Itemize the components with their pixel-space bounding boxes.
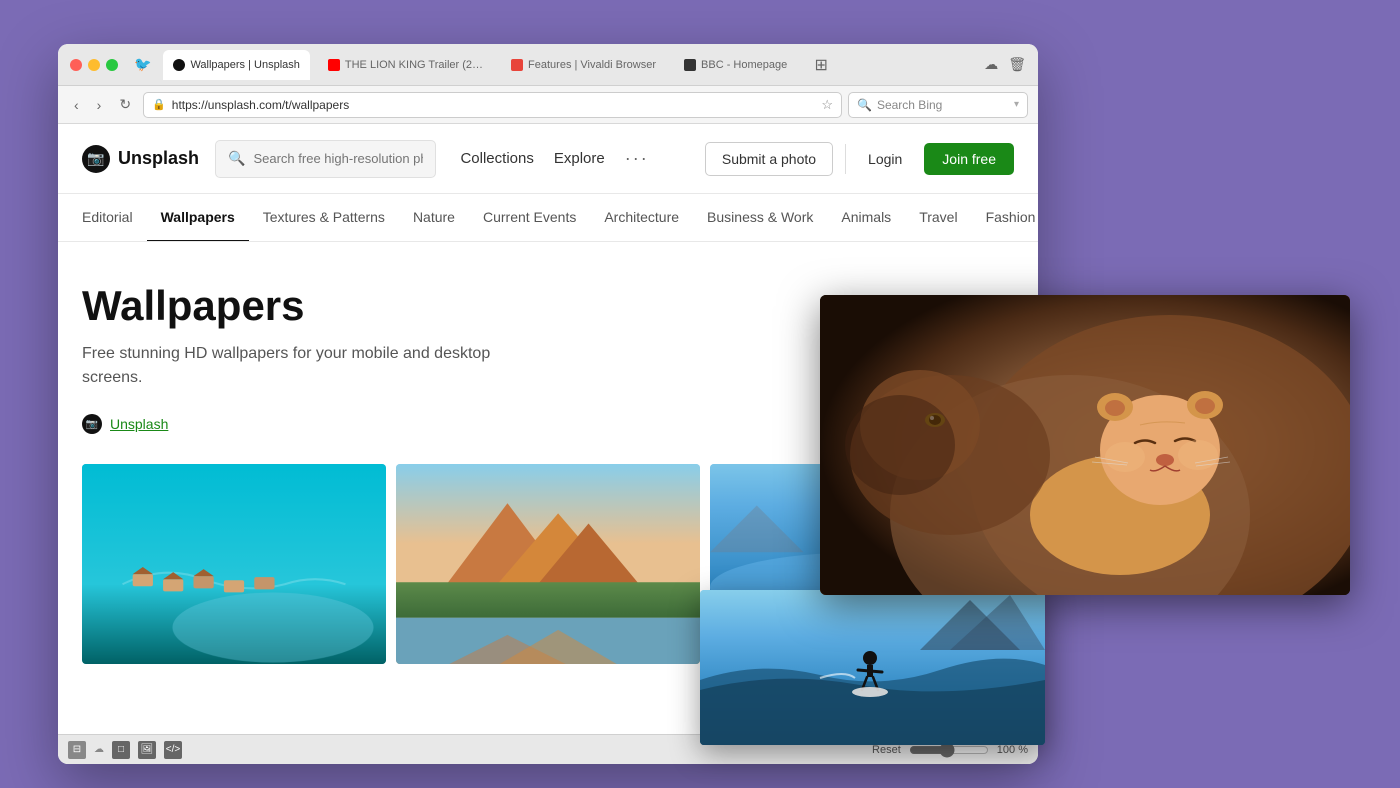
title-bar-icons: ☁ 🗑	[984, 56, 1026, 73]
author-link[interactable]: Unsplash	[110, 416, 168, 432]
search-input[interactable]	[253, 151, 423, 166]
nav-more[interactable]: ···	[625, 148, 649, 169]
minimize-button[interactable]	[88, 59, 100, 71]
cat-tab-editorial[interactable]: Editorial	[82, 194, 147, 242]
header-nav: Collections Explore ···	[460, 148, 648, 169]
cat-tab-animals[interactable]: Animals	[827, 194, 905, 242]
unsplash-logo-text: Unsplash	[118, 148, 199, 169]
tab-lion-king[interactable]: THE LION KING Trailer (2…	[318, 50, 493, 80]
search-icon: 🔍	[228, 150, 245, 167]
tab-bbc-label: BBC - Homepage	[701, 59, 787, 71]
search-bing-bar[interactable]: 🔍 Search Bing ▾	[848, 92, 1028, 118]
bing-search-icon: 🔍	[857, 98, 872, 112]
title-bar: 🐦 Wallpapers | Unsplash THE LION KING Tr…	[58, 44, 1038, 86]
header-divider	[845, 144, 846, 174]
unsplash-favicon	[173, 59, 185, 71]
nav-explore[interactable]: Explore	[554, 150, 605, 167]
cat-tab-travel[interactable]: Travel	[905, 194, 971, 242]
tab-lion-king-label: THE LION KING Trailer (2…	[345, 59, 483, 71]
cloud-sync-icon: ☁	[94, 744, 104, 755]
close-button[interactable]	[70, 59, 82, 71]
reset-button[interactable]: Reset	[872, 744, 901, 756]
login-button[interactable]: Login	[858, 143, 912, 175]
vivaldi-favicon	[511, 59, 523, 71]
cat-tab-wallpapers[interactable]: Wallpapers	[147, 194, 249, 242]
back-button[interactable]: ‹	[68, 93, 85, 117]
cat-tab-architecture[interactable]: Architecture	[590, 194, 693, 242]
refresh-button[interactable]: ↻	[113, 92, 137, 117]
bottom-icon-4[interactable]: </>	[164, 741, 182, 759]
author-icon: 📷	[82, 414, 102, 434]
video-panel[interactable]	[820, 295, 1350, 595]
nav-bar: ‹ › ↻ 🔒 https://unsplash.com/t/wallpaper…	[58, 86, 1038, 124]
tab-vivaldi-label: Features | Vivaldi Browser	[528, 59, 656, 71]
bookmark-icon[interactable]: ☆	[821, 97, 833, 113]
trash-icon[interactable]: 🗑	[1008, 56, 1026, 73]
cat-tab-events[interactable]: Current Events	[469, 194, 590, 242]
cloud-icon[interactable]: ☁	[984, 56, 998, 73]
tab-unsplash[interactable]: Wallpapers | Unsplash	[163, 50, 309, 80]
video-content	[820, 295, 1350, 595]
bottom-icon-1[interactable]: ⊟	[68, 741, 86, 759]
cat-tab-nature[interactable]: Nature	[399, 194, 469, 242]
bottom-icon-2[interactable]: □	[112, 741, 130, 759]
unsplash-header: 📷 Unsplash 🔍 Collections Explore ··· Sub…	[58, 124, 1038, 194]
join-free-button[interactable]: Join free	[924, 143, 1014, 175]
header-actions: Submit a photo Login Join free	[705, 142, 1014, 176]
unsplash-search-bar[interactable]: 🔍	[215, 140, 436, 178]
unsplash-logo-icon: 📷	[82, 145, 110, 173]
submit-photo-button[interactable]: Submit a photo	[705, 142, 833, 176]
lock-icon: 🔒	[152, 98, 166, 111]
traffic-lights	[70, 59, 118, 71]
address-bar[interactable]: 🔒 https://unsplash.com/t/wallpapers ☆	[143, 92, 842, 118]
tab-bbc[interactable]: BBC - Homepage	[674, 50, 797, 80]
twitter-icon: 🐦	[134, 56, 151, 73]
forward-button[interactable]: ›	[91, 93, 108, 117]
address-text: https://unsplash.com/t/wallpapers	[172, 98, 816, 112]
new-tab-button[interactable]: ⊞	[809, 53, 833, 77]
bottom-icon-3[interactable]: 🖼	[138, 741, 156, 759]
logo-area: 📷 Unsplash	[82, 145, 199, 173]
tab-unsplash-label: Wallpapers | Unsplash	[190, 59, 299, 71]
cat-tab-business[interactable]: Business & Work	[693, 194, 827, 242]
bing-search-text: Search Bing	[877, 98, 942, 112]
bing-dropdown-icon: ▾	[1014, 99, 1019, 110]
surfer-panel[interactable]	[700, 590, 1045, 745]
fullscreen-button[interactable]	[106, 59, 118, 71]
zoom-percentage: 100 %	[997, 744, 1028, 756]
youtube-favicon	[328, 59, 340, 71]
cat-tab-fashion[interactable]: Fashion	[972, 194, 1038, 242]
tab-vivaldi[interactable]: Features | Vivaldi Browser	[501, 50, 666, 80]
nav-collections[interactable]: Collections	[460, 150, 533, 167]
cat-tab-textures[interactable]: Textures & Patterns	[249, 194, 399, 242]
photo-item-2[interactable]	[396, 464, 700, 664]
bbc-favicon	[684, 59, 696, 71]
category-tabs: Editorial Wallpapers Textures & Patterns…	[58, 194, 1038, 242]
photo-item-1[interactable]	[82, 464, 386, 664]
